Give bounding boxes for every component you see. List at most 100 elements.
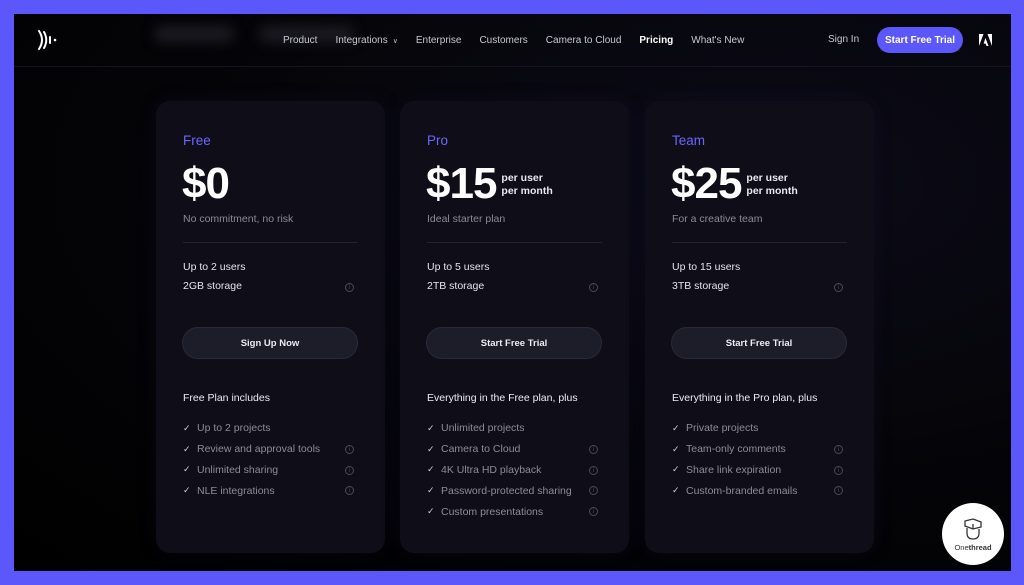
info-icon[interactable]: i bbox=[345, 486, 354, 496]
top-nav: Product Integrations ∨ Enterprise Custome… bbox=[14, 14, 1011, 67]
nav-link-camera-to-cloud[interactable]: Camera to Cloud bbox=[546, 35, 622, 46]
nav-link-customers[interactable]: Customers bbox=[479, 35, 527, 46]
price-unit: per user per month bbox=[501, 172, 552, 198]
plan-storage: 2TB storage bbox=[427, 280, 485, 292]
feature-item: ✓ Unlimited projects bbox=[427, 418, 602, 439]
adobe-logo-icon[interactable] bbox=[979, 34, 992, 46]
divider bbox=[427, 242, 602, 243]
start-free-trial-button[interactable]: Start Free Trial bbox=[671, 327, 847, 359]
plan-name: Team bbox=[672, 133, 706, 148]
nav-link-whats-new[interactable]: What's New bbox=[691, 35, 744, 46]
check-icon: ✓ bbox=[672, 443, 680, 454]
price-unit: per user per month bbox=[746, 172, 797, 198]
info-icon[interactable]: i bbox=[589, 465, 598, 475]
plan-card-free: Free $0 No commitment, no risk Up to 2 u… bbox=[156, 101, 385, 553]
watermark-text-bold: thread bbox=[968, 543, 992, 552]
check-icon: ✓ bbox=[427, 485, 435, 496]
sign-in-link[interactable]: Sign In bbox=[828, 34, 859, 45]
check-icon: ✓ bbox=[672, 464, 680, 475]
feature-text: Unlimited sharing bbox=[197, 463, 279, 476]
includes-title: Free Plan includes bbox=[183, 392, 270, 404]
nav-link-integrations[interactable]: Integrations ∨ bbox=[335, 35, 397, 46]
info-icon[interactable]: i bbox=[834, 465, 843, 475]
feature-item: ✓ NLE integrations i bbox=[183, 480, 358, 501]
feature-text: Password-protected sharing bbox=[441, 484, 572, 497]
frameio-logo-icon[interactable] bbox=[36, 29, 60, 51]
feature-text: Review and approval tools bbox=[197, 443, 321, 456]
info-icon[interactable]: i bbox=[345, 465, 354, 475]
check-icon: ✓ bbox=[183, 422, 191, 433]
check-icon: ✓ bbox=[183, 464, 191, 475]
feature-list: ✓ Private projects ✓ Team-only comments i ✓… bbox=[672, 418, 847, 501]
divider bbox=[672, 242, 847, 243]
feature-text: Custom presentations bbox=[441, 505, 544, 518]
info-icon[interactable]: i bbox=[834, 486, 843, 496]
start-free-trial-button[interactable]: Start Free Trial bbox=[426, 327, 602, 359]
feature-item: ✓ Custom presentations i bbox=[427, 501, 602, 522]
check-icon: ✓ bbox=[427, 422, 435, 433]
info-icon[interactable]: i bbox=[589, 507, 598, 517]
feature-text: NLE integrations bbox=[197, 484, 275, 497]
plan-price: $15 bbox=[426, 159, 497, 208]
price-unit-line: per month bbox=[501, 185, 553, 197]
nav-links: Product Integrations ∨ Enterprise Custome… bbox=[283, 14, 762, 67]
plan-storage: 3TB storage bbox=[672, 280, 730, 292]
feature-item: ✓ Private projects bbox=[672, 418, 847, 439]
feature-item: ✓ 4K Ultra HD playback i bbox=[427, 460, 602, 481]
onethread-logo-icon bbox=[964, 518, 982, 540]
feature-text: Share link expiration bbox=[686, 463, 782, 476]
plan-card-team: Team $25 per user per month For a creati… bbox=[645, 101, 874, 553]
info-icon[interactable]: i bbox=[589, 486, 598, 496]
check-icon: ✓ bbox=[183, 485, 191, 496]
nav-link-product[interactable]: Product bbox=[283, 35, 317, 46]
info-icon[interactable]: i bbox=[834, 283, 843, 292]
check-icon: ✓ bbox=[672, 422, 680, 433]
feature-item: ✓ Share link expiration i bbox=[672, 460, 847, 481]
nav-link-enterprise[interactable]: Enterprise bbox=[416, 35, 462, 46]
price-row: $0 bbox=[182, 159, 230, 209]
feature-list: ✓ Up to 2 projects ✓ Review and approval t… bbox=[183, 418, 358, 501]
plan-price: $25 bbox=[671, 159, 742, 208]
feature-text: Camera to Cloud bbox=[441, 443, 521, 456]
page-frame: Product Integrations ∨ Enterprise Custome… bbox=[14, 14, 1011, 571]
info-icon[interactable]: i bbox=[345, 444, 354, 454]
plan-name: Free bbox=[183, 133, 211, 148]
check-icon: ✓ bbox=[427, 506, 435, 517]
plan-tagline: No commitment, no risk bbox=[183, 213, 294, 225]
price-row: $25 per user per month bbox=[671, 159, 798, 209]
feature-text: Private projects bbox=[686, 422, 759, 435]
feature-item: ✓ Review and approval tools i bbox=[183, 439, 358, 460]
nav-link-label: Enterprise bbox=[415, 35, 462, 46]
feature-text: Unlimited projects bbox=[441, 422, 525, 435]
watermark-text: Onethread bbox=[954, 543, 991, 552]
feature-item: ✓ Camera to Cloud i bbox=[427, 439, 602, 460]
feature-text: 4K Ultra HD playback bbox=[441, 463, 542, 476]
info-icon[interactable]: i bbox=[589, 444, 598, 454]
includes-title: Everything in the Free plan, plus bbox=[427, 392, 578, 404]
divider bbox=[183, 242, 358, 243]
price-unit-line: per user bbox=[746, 172, 788, 184]
plan-tagline: For a creative team bbox=[672, 213, 763, 225]
check-icon: ✓ bbox=[672, 485, 680, 496]
watermark-text-light: One bbox=[954, 543, 969, 552]
plan-price: $0 bbox=[182, 159, 230, 208]
start-free-trial-button[interactable]: Start Free Trial bbox=[877, 27, 963, 53]
sign-up-now-button[interactable]: Sign Up Now bbox=[182, 327, 358, 359]
includes-title: Everything in the Pro plan, plus bbox=[672, 392, 818, 404]
plan-tagline: Ideal starter plan bbox=[427, 213, 506, 225]
feature-text: Custom-branded emails bbox=[686, 484, 798, 497]
check-icon: ✓ bbox=[183, 443, 191, 454]
chevron-down-icon: ∨ bbox=[392, 37, 398, 45]
plan-users: Up to 5 users bbox=[427, 261, 490, 273]
info-icon[interactable]: i bbox=[834, 444, 843, 454]
plan-storage: 2GB storage bbox=[183, 280, 242, 292]
nav-link-label: Customers bbox=[479, 35, 528, 46]
info-icon[interactable]: i bbox=[589, 283, 598, 292]
info-icon[interactable]: i bbox=[345, 283, 354, 292]
feature-list: ✓ Unlimited projects ✓ Camera to Cloud i ✓ 4… bbox=[427, 418, 602, 522]
feature-item: ✓ Password-protected sharing i bbox=[427, 480, 602, 501]
price-row: $15 per user per month bbox=[426, 159, 553, 209]
plan-card-pro: Pro $15 per user per month Ideal starter… bbox=[400, 101, 629, 553]
plan-name: Pro bbox=[427, 133, 449, 148]
nav-link-pricing[interactable]: Pricing bbox=[639, 35, 673, 46]
